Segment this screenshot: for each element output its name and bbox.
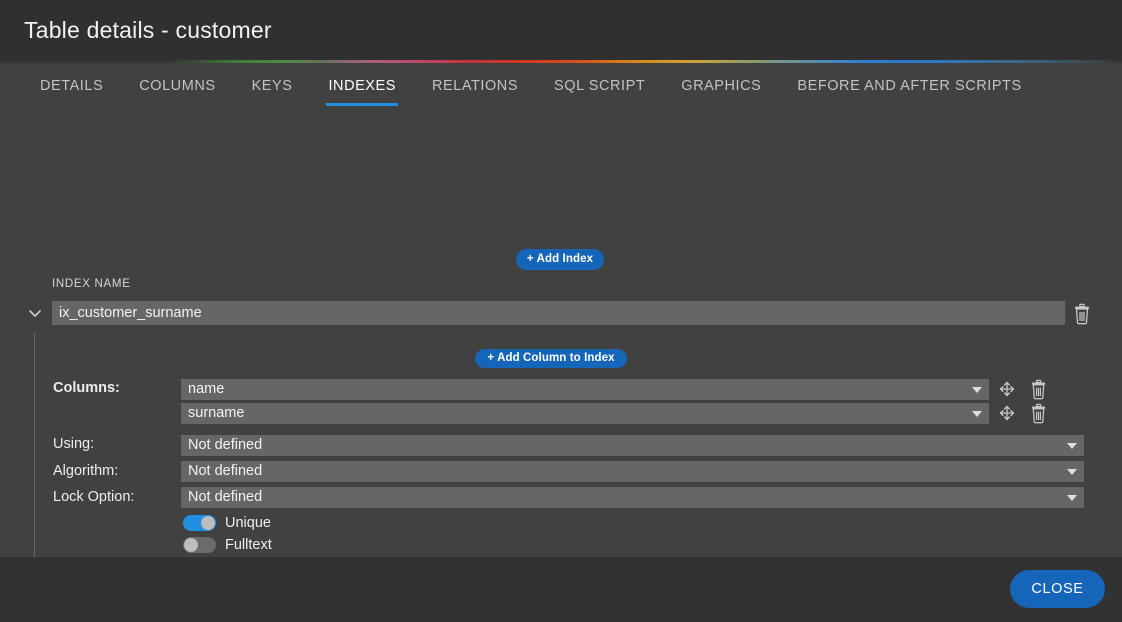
using-label: Using: (53, 436, 95, 452)
move-column-icon[interactable] (998, 404, 1016, 422)
algorithm-select[interactable]: Not defined (181, 461, 1084, 482)
toggle-knob (184, 538, 198, 552)
lock-option-label: Lock Option: (53, 489, 135, 505)
table-details-dialog: Table details - customer DETAILS COLUMNS… (0, 0, 1122, 622)
index-column-select-2[interactable]: surname (181, 403, 989, 424)
index-panel-rule (34, 333, 35, 573)
columns-label: Columns: (53, 380, 120, 396)
index-column-value: name (188, 381, 225, 397)
index-name-input[interactable] (52, 301, 1065, 325)
tab-details[interactable]: DETAILS (22, 63, 121, 109)
tab-label: SQL SCRIPT (554, 78, 646, 94)
tab-label: BEFORE AND AFTER SCRIPTS (797, 78, 1022, 94)
index-column-value: surname (188, 405, 245, 421)
delete-index-icon[interactable] (1072, 303, 1092, 325)
add-column-to-index-button[interactable]: + Add Column to Index (475, 349, 627, 368)
index-column-select-1[interactable]: name (181, 379, 989, 400)
indexes-tab-content: + Add Index INDEX NAME + Add Column to I… (0, 109, 1122, 573)
tab-graphics[interactable]: GRAPHICS (663, 63, 779, 109)
fulltext-toggle[interactable]: Fulltext (183, 537, 272, 553)
tab-keys[interactable]: KEYS (234, 63, 311, 109)
toggle-track (183, 515, 216, 531)
lock-option-select[interactable]: Not defined (181, 487, 1084, 508)
delete-column-icon[interactable] (1029, 403, 1048, 424)
tab-before-and-after-scripts[interactable]: BEFORE AND AFTER SCRIPTS (779, 63, 1039, 109)
move-column-icon[interactable] (998, 380, 1016, 398)
tab-list: DETAILS COLUMNS KEYS INDEXES RELATIONS S… (22, 63, 1040, 109)
index-name-column-header: INDEX NAME (52, 278, 131, 290)
tab-label: INDEXES (328, 78, 396, 94)
chevron-down-icon (1067, 469, 1077, 475)
close-button[interactable]: CLOSE (1010, 570, 1105, 608)
dialog-footer: CLOSE (0, 557, 1122, 622)
chevron-down-icon (1067, 443, 1077, 449)
add-index-button[interactable]: + Add Index (516, 249, 604, 270)
unique-toggle[interactable]: Unique (183, 515, 271, 531)
delete-column-icon[interactable] (1029, 379, 1048, 400)
tab-label: COLUMNS (139, 78, 216, 94)
tab-relations[interactable]: RELATIONS (414, 63, 536, 109)
fulltext-toggle-label: Fulltext (225, 537, 272, 553)
tab-label: GRAPHICS (681, 78, 762, 94)
dialog-titlebar: Table details - customer (0, 0, 1122, 60)
toggle-track (183, 537, 216, 553)
using-value: Not defined (188, 437, 263, 453)
tab-label: DETAILS (40, 78, 104, 94)
unique-toggle-label: Unique (225, 515, 271, 531)
page-title: Table details - customer (24, 17, 272, 43)
chevron-down-icon[interactable] (26, 304, 44, 322)
using-select[interactable]: Not defined (181, 435, 1084, 456)
chevron-down-icon (972, 411, 982, 417)
tab-bar: DETAILS COLUMNS KEYS INDEXES RELATIONS S… (0, 63, 1122, 109)
tab-label: RELATIONS (431, 78, 519, 94)
lock-option-value: Not defined (188, 489, 263, 505)
tab-columns[interactable]: COLUMNS (121, 63, 233, 109)
algorithm-label: Algorithm: (53, 463, 119, 479)
tab-label: KEYS (251, 78, 293, 94)
tab-indexes[interactable]: INDEXES (310, 63, 414, 109)
chevron-down-icon (1067, 495, 1077, 501)
chevron-down-icon (972, 387, 982, 393)
toggle-knob (201, 516, 215, 530)
tab-sql-script[interactable]: SQL SCRIPT (536, 63, 663, 109)
algorithm-value: Not defined (188, 463, 263, 479)
